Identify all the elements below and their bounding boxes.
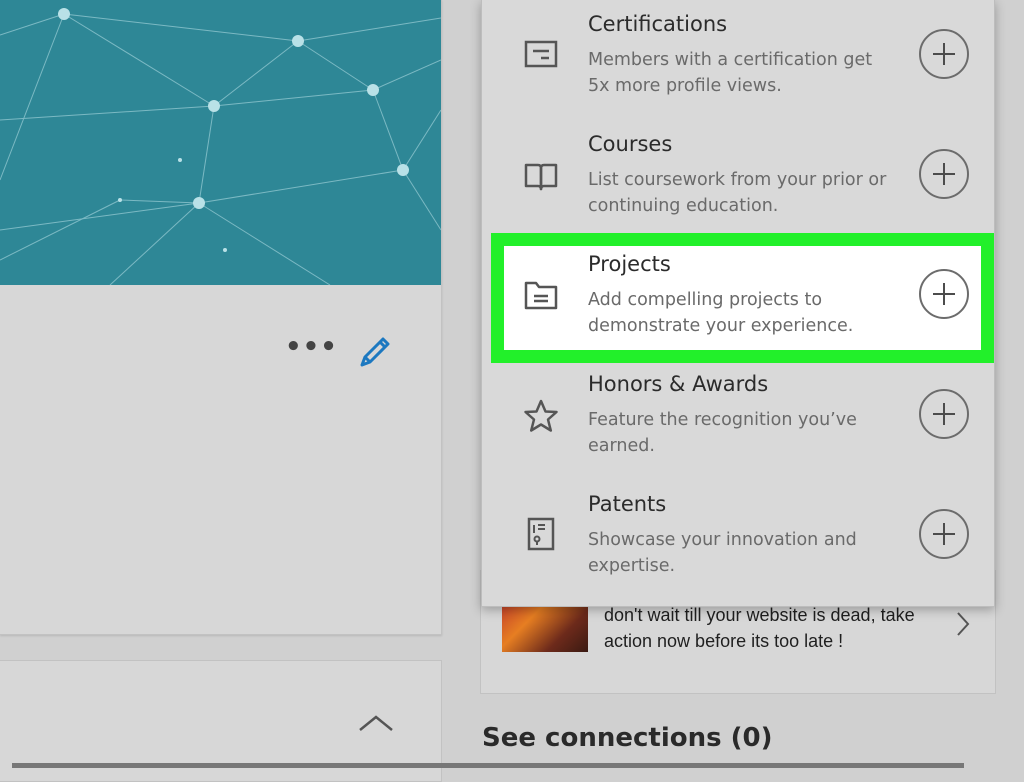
add-courses-button[interactable] [919, 149, 969, 199]
menu-item-description: Add compelling projects to demonstrate y… [588, 290, 854, 336]
see-connections-link[interactable]: See connections (0) [482, 723, 772, 753]
menu-item-certifications[interactable]: Certifications Members with a certificat… [481, 0, 993, 120]
menu-item-title: Patents [588, 492, 667, 516]
chevron-up-icon[interactable] [357, 712, 395, 736]
menu-item-projects[interactable]: Projects Add compelling projects to demo… [481, 240, 993, 360]
menu-item-description: Showcase your innovation and expertise. [588, 530, 857, 576]
add-projects-button[interactable] [919, 269, 969, 319]
book-icon [524, 163, 558, 191]
profile-banner [0, 0, 441, 285]
add-patents-button[interactable] [919, 509, 969, 559]
star-icon [524, 399, 558, 432]
ad-text[interactable]: don't wait till your website is dead, ta… [604, 602, 934, 654]
menu-item-description: Feature the recognition you’ve earned. [588, 410, 857, 456]
menu-item-courses[interactable]: Courses List coursework from your prior … [481, 120, 993, 240]
menu-item-honors-awards[interactable]: Honors & Awards Feature the recognition … [481, 360, 993, 480]
menu-item-description: List coursework from your prior or conti… [588, 170, 887, 216]
add-certifications-button[interactable] [919, 29, 969, 79]
add-honors-awards-button[interactable] [919, 389, 969, 439]
menu-item-title: Honors & Awards [588, 372, 769, 396]
menu-item-description: Members with a certification get 5x more… [588, 50, 873, 96]
profile-card: ••• [0, 0, 442, 635]
menu-item-patents[interactable]: Patents Showcase your innovation and exp… [481, 480, 993, 600]
menu-item-title: Certifications [588, 12, 728, 36]
edit-pencil-icon[interactable] [356, 333, 394, 371]
network-pattern [0, 8, 441, 285]
more-options-button[interactable]: ••• [285, 334, 337, 362]
certificate-icon [524, 40, 558, 68]
scrollbar[interactable] [12, 763, 964, 768]
folder-icon [524, 281, 558, 310]
menu-item-title: Projects [588, 252, 671, 276]
menu-item-title: Courses [588, 132, 673, 156]
patent-icon [527, 517, 555, 551]
chevron-right-icon[interactable] [956, 611, 970, 637]
